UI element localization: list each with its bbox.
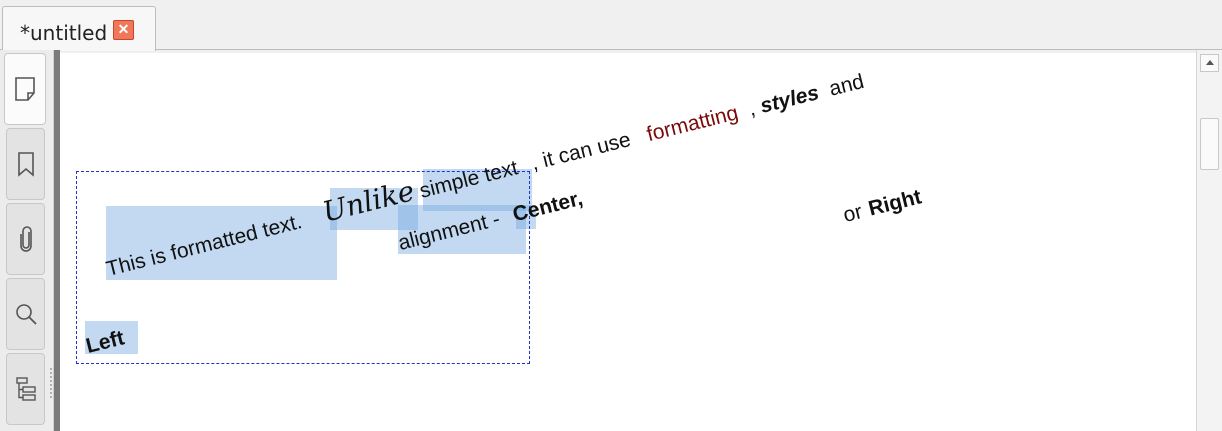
sidebar-tree-button[interactable] [6, 353, 45, 425]
sidebar-resize-grip[interactable] [50, 368, 52, 398]
search-icon [15, 304, 37, 325]
tree-icon [15, 377, 36, 401]
app-window: *untitled ✕ This is formatted text. Unli… [0, 0, 1222, 431]
sidebar [0, 50, 54, 431]
text-run-bold-italic: styles [757, 81, 822, 118]
text-run: or [840, 200, 865, 227]
text-run: , it can use [528, 128, 634, 175]
tab-bar: *untitled ✕ [0, 0, 1222, 51]
page-icon [15, 77, 35, 101]
scroll-thumb[interactable] [1200, 118, 1219, 170]
sidebar-page-button[interactable] [4, 53, 46, 125]
sidebar-bookmark-button[interactable] [6, 128, 45, 200]
vertical-scrollbar[interactable] [1196, 50, 1222, 431]
close-tab-icon[interactable]: ✕ [113, 20, 134, 40]
text-run: , [746, 97, 758, 121]
text-run-colored: formatting [644, 101, 741, 147]
tab-title: *untitled [20, 21, 108, 45]
sidebar-search-button[interactable] [6, 278, 45, 350]
text-run: and [826, 69, 867, 101]
text-run-bold: Right [866, 185, 924, 221]
document-canvas[interactable]: This is formatted text. Unlike simple te… [60, 53, 1196, 431]
attachment-icon [19, 226, 32, 252]
sidebar-attachment-button[interactable] [6, 203, 45, 275]
bookmark-icon [17, 152, 34, 177]
scroll-up-button[interactable] [1200, 54, 1219, 72]
tab-untitled[interactable]: *untitled ✕ [2, 6, 156, 51]
